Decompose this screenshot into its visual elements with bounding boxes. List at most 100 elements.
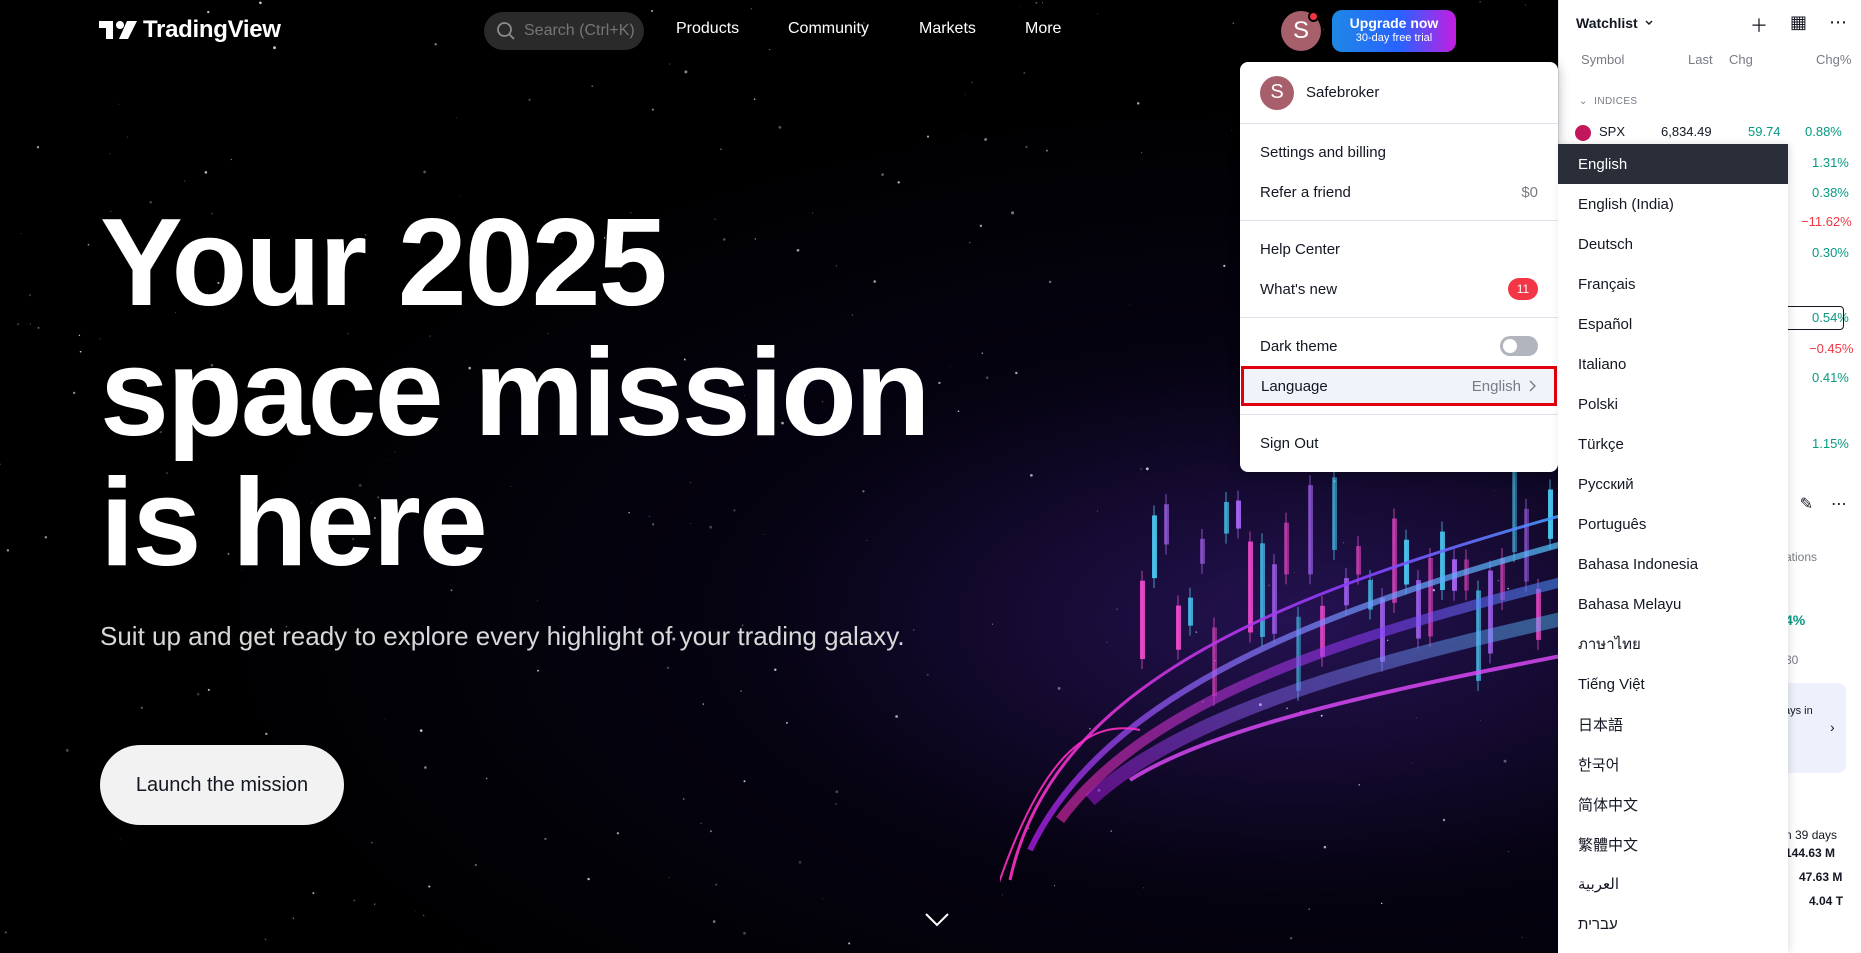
star — [709, 830, 712, 833]
language-option[interactable]: 繁體中文 — [1558, 824, 1788, 864]
more-options-icon[interactable]: ⋯ — [1829, 12, 1847, 38]
promo-card-text: ays in — [1784, 705, 1813, 717]
candle-body — [1296, 616, 1301, 691]
star — [971, 81, 973, 84]
language-option[interactable]: Español — [1558, 304, 1788, 344]
hero-headline: Your 2025 space mission is here — [100, 194, 931, 588]
profile-item[interactable]: S Safebroker — [1240, 62, 1558, 124]
candle-body — [1428, 557, 1433, 637]
col-chg-pct[interactable]: Chg% — [1816, 52, 1851, 67]
nav-markets[interactable]: Markets — [919, 20, 976, 38]
menu-item-whats-new[interactable]: What's new 11 — [1240, 269, 1558, 309]
language-option[interactable]: English (India) — [1558, 184, 1788, 224]
candle-body — [1236, 500, 1241, 529]
language-option[interactable]: Polski — [1558, 384, 1788, 424]
group-indices[interactable]: ⌄ INDICES — [1579, 96, 1638, 107]
star — [785, 721, 788, 724]
star — [44, 536, 47, 539]
star — [207, 688, 210, 691]
nav-products[interactable]: Products — [676, 20, 739, 38]
star — [184, 180, 186, 182]
star — [1011, 211, 1015, 215]
headline-line-1: Your 2025 — [100, 194, 668, 332]
star — [1045, 149, 1048, 152]
menu-item-language[interactable]: Language English — [1241, 366, 1557, 406]
candle-body — [1248, 541, 1253, 633]
menu-item-dark-theme[interactable]: Dark theme — [1240, 326, 1558, 366]
star — [700, 822, 702, 825]
language-option[interactable]: العربية — [1558, 864, 1788, 904]
language-option[interactable]: Português — [1558, 504, 1788, 544]
star — [1048, 280, 1052, 284]
user-menu-dropdown: S Safebroker Settings and billing Refer … — [1240, 62, 1558, 472]
star — [36, 146, 40, 149]
star — [1141, 152, 1143, 154]
star — [37, 326, 40, 329]
nav-more[interactable]: More — [1025, 20, 1061, 38]
star — [485, 777, 488, 780]
language-option[interactable]: Русский — [1558, 464, 1788, 504]
partial-text: 4% — [1785, 612, 1806, 628]
menu-item-settings[interactable]: Settings and billing — [1240, 132, 1558, 172]
launch-mission-button[interactable]: Launch the mission — [100, 745, 344, 825]
add-symbol-icon[interactable]: ＋ — [1750, 12, 1768, 38]
candle-body — [1536, 588, 1541, 640]
language-option[interactable]: 日本語 — [1558, 704, 1788, 744]
language-option[interactable]: 한국어 — [1558, 744, 1788, 784]
candle-body — [1164, 504, 1169, 545]
upgrade-button[interactable]: Upgrade now 30-day free trial — [1332, 10, 1456, 52]
star — [65, 748, 69, 752]
language-option[interactable]: English — [1558, 144, 1788, 184]
tradingview-logo[interactable]: TradingView — [99, 16, 281, 44]
star — [895, 715, 898, 718]
col-symbol[interactable]: Symbol — [1581, 52, 1624, 67]
language-option[interactable]: Bahasa Indonesia — [1558, 544, 1788, 584]
row-chg-pct: −0.45% — [1809, 341, 1854, 356]
col-last[interactable]: Last — [1688, 52, 1713, 67]
table-row[interactable]: SPX 6,834.49 59.74 0.88% — [1559, 124, 1861, 142]
star — [666, 666, 670, 670]
divider — [1240, 220, 1558, 221]
headline-line-2: space mission — [100, 324, 931, 462]
star — [991, 623, 993, 625]
menu-item-label: Refer a friend — [1260, 183, 1351, 201]
col-chg[interactable]: Chg — [1729, 52, 1753, 67]
language-option[interactable]: Français — [1558, 264, 1788, 304]
language-option[interactable]: עברית — [1558, 904, 1788, 944]
menu-item-help[interactable]: Help Center — [1240, 229, 1558, 269]
menu-item-label: Help Center — [1260, 240, 1341, 258]
whats-new-badge: 11 — [1508, 278, 1538, 300]
star — [743, 780, 746, 783]
edit-icon[interactable]: ✎ — [1800, 494, 1813, 514]
advanced-view-icon[interactable]: ▦ — [1790, 12, 1807, 38]
language-option[interactable]: 简体中文 — [1558, 784, 1788, 824]
spx-icon — [1575, 125, 1591, 141]
language-option[interactable]: Türkçe — [1558, 424, 1788, 464]
username: Safebroker — [1306, 84, 1380, 101]
language-option[interactable]: ภาษาไทย — [1558, 624, 1788, 664]
star — [428, 885, 431, 888]
star — [669, 63, 671, 65]
promo-card[interactable]: ays in › — [1780, 683, 1846, 773]
divider — [1240, 317, 1558, 318]
nav-community[interactable]: Community — [788, 20, 869, 38]
language-option[interactable]: Italiano — [1558, 344, 1788, 384]
candle-body — [1260, 543, 1265, 637]
language-option[interactable]: Tiếng Việt — [1558, 664, 1788, 704]
search-box[interactable] — [484, 12, 644, 50]
scroll-down-chevron-icon[interactable] — [924, 912, 950, 928]
search-input[interactable] — [524, 22, 634, 40]
language-option[interactable]: Deutsch — [1558, 224, 1788, 264]
menu-item-sign-out[interactable]: Sign Out — [1240, 423, 1558, 463]
dark-theme-toggle[interactable] — [1500, 336, 1538, 356]
star — [196, 692, 200, 696]
row-chg-pct: 1.15% — [1812, 436, 1849, 451]
star — [964, 135, 966, 137]
candle-body — [1332, 477, 1337, 550]
language-option[interactable]: Bahasa Melayu — [1558, 584, 1788, 624]
menu-item-refer[interactable]: Refer a friend $0 — [1240, 172, 1558, 212]
top-navigation: TradingView Products Community Markets M… — [0, 0, 1558, 62]
star — [1129, 304, 1130, 306]
current-language: English — [1471, 377, 1521, 395]
more-options-icon[interactable]: ⋯ — [1831, 494, 1847, 514]
